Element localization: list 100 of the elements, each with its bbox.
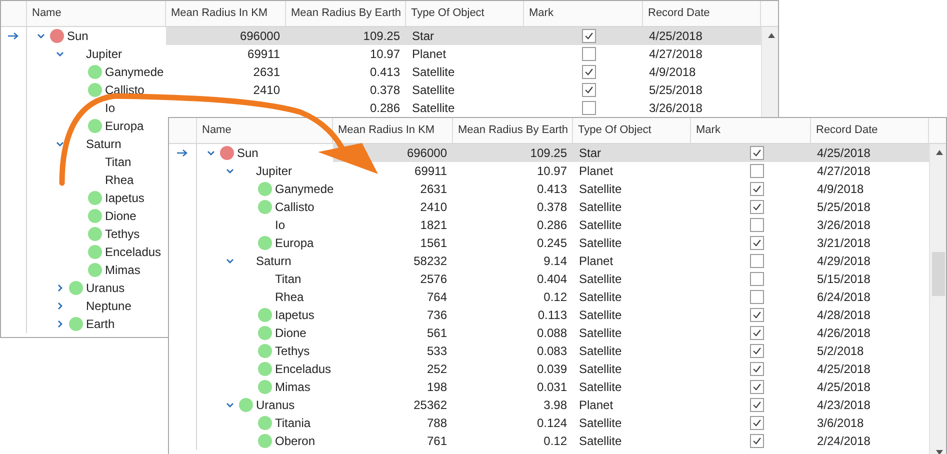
scroll-up-icon[interactable]: [936, 150, 942, 155]
table-cell-text: 4/9/2018: [817, 181, 864, 198]
tree-row[interactable]: Callisto 2410 0.378 Satellite 5/25/2018: [1, 81, 761, 99]
tree-row[interactable]: Tethys 533 0.083 Satellite 5/2/2018: [169, 342, 929, 360]
checkbox[interactable]: [750, 308, 764, 322]
tree-row[interactable]: Uranus 25362 3.98 Planet 4/23/2018: [169, 396, 929, 414]
scrollbar[interactable]: [761, 27, 778, 117]
checkbox[interactable]: [582, 65, 596, 79]
table-cell-text: 3/6/2018: [817, 415, 864, 432]
tree-row[interactable]: Jupiter 69911 10.97 Planet 4/27/2018: [1, 45, 761, 63]
column-header[interactable]: Mean Radius In KM: [171, 1, 280, 26]
column-header[interactable]: Mean Radius In KM: [338, 118, 447, 143]
node-name: Ganymede: [275, 181, 334, 198]
tree-row[interactable]: Sun 696000 109.25 Star 4/25/2018: [169, 144, 929, 162]
scroll-thumb[interactable]: [932, 252, 945, 296]
chevron-down-icon[interactable]: [36, 32, 44, 40]
column-header[interactable]: Record Date: [816, 118, 923, 143]
node-name: Saturn: [86, 136, 122, 153]
tree-row[interactable]: Ganymede 2631 0.413 Satellite 4/9/2018: [169, 180, 929, 198]
chevron-right-icon[interactable]: [56, 302, 64, 310]
tree-row[interactable]: Dione 561 0.088 Satellite 4/26/2018: [169, 324, 929, 342]
column-header[interactable]: Type Of Object: [578, 118, 685, 143]
tree-row[interactable]: Enceladus 252 0.039 Satellite 4/25/2018: [169, 360, 929, 378]
table-cell-text: 9.14: [544, 253, 567, 270]
table-cell-text: Satellite: [412, 100, 455, 117]
chevron-down-icon[interactable]: [56, 50, 64, 58]
column-header[interactable]: Mean Radius By Earth: [458, 118, 567, 143]
tree-row[interactable]: Jupiter 69911 10.97 Planet 4/27/2018: [169, 162, 929, 180]
chevron-down-icon[interactable]: [226, 401, 234, 409]
table-cell-text: 0.12: [544, 433, 567, 450]
column-header[interactable]: Record Date: [648, 1, 755, 26]
checkbox[interactable]: [582, 29, 596, 43]
column-header[interactable]: Name: [202, 118, 327, 143]
checkbox[interactable]: [750, 380, 764, 394]
table-cell-text: 2/24/2018: [817, 433, 870, 450]
checkbox[interactable]: [750, 344, 764, 358]
table-cell-text: 252: [426, 361, 447, 378]
table-cell-text: 696000: [406, 145, 447, 162]
tree-row[interactable]: Oberon 761 0.12 Satellite 2/24/2018: [169, 432, 929, 450]
checkbox[interactable]: [750, 200, 764, 214]
chevron-down-icon[interactable]: [226, 167, 234, 175]
checkbox[interactable]: [750, 236, 764, 250]
checkbox[interactable]: [750, 326, 764, 340]
checkbox[interactable]: [750, 434, 764, 448]
column-header[interactable]: Mark: [529, 1, 637, 26]
table-cell-text: Satellite: [579, 199, 622, 216]
table-cell-text: 109.25: [363, 28, 400, 45]
node-name: Titan: [105, 154, 132, 171]
checkbox[interactable]: [750, 146, 764, 160]
node-name: Sun: [67, 28, 88, 45]
tree-row[interactable]: Iapetus 736 0.113 Satellite 4/28/2018: [169, 306, 929, 324]
node-name: Oberon: [275, 433, 316, 450]
scroll-up-icon[interactable]: [768, 33, 774, 38]
tree-row[interactable]: Rhea 764 0.12 Satellite 6/24/2018: [169, 288, 929, 306]
table-cell-text: 0.286: [536, 217, 567, 234]
checkbox[interactable]: [750, 182, 764, 196]
checkbox[interactable]: [582, 47, 596, 61]
node-name: Europa: [105, 118, 144, 135]
column-header[interactable]: Type Of Object: [411, 1, 518, 26]
table-cell-text: 764: [426, 289, 447, 306]
tree-row[interactable]: Titan 2576 0.404 Satellite 5/15/2018: [169, 270, 929, 288]
tree-row[interactable]: Io 0.286 Satellite 3/26/2018: [1, 99, 761, 117]
table-cell-text: 0.286: [370, 100, 400, 117]
node-name: Rhea: [275, 289, 304, 306]
chevron-down-icon[interactable]: [226, 257, 234, 265]
tree-row[interactable]: Saturn 58232 9.14 Planet 4/29/2018: [169, 252, 929, 270]
tree-row[interactable]: Mimas 198 0.031 Satellite 4/25/2018: [169, 378, 929, 396]
checkbox[interactable]: [750, 290, 764, 304]
tree-row[interactable]: Callisto 2410 0.378 Satellite 5/25/2018: [169, 198, 929, 216]
checkbox[interactable]: [750, 218, 764, 232]
tree-row[interactable]: Io 1821 0.286 Satellite 3/26/2018: [169, 216, 929, 234]
checkbox[interactable]: [582, 83, 596, 97]
table-cell-text: 533: [426, 343, 447, 360]
column-header[interactable]: Mark: [696, 118, 805, 143]
tree-row[interactable]: Europa 1561 0.245 Satellite 3/21/2018: [169, 234, 929, 252]
checkbox[interactable]: [750, 164, 764, 178]
column-header[interactable]: Mean Radius By Earth: [291, 1, 400, 26]
table-cell-text: Planet: [579, 253, 614, 270]
node-name: Iapetus: [275, 307, 314, 324]
table-cell-text: 5/25/2018: [817, 199, 870, 216]
column-header[interactable]: Name: [32, 1, 160, 26]
chevron-right-icon[interactable]: [56, 320, 64, 328]
checkbox[interactable]: [750, 254, 764, 268]
chevron-down-icon[interactable]: [56, 140, 64, 148]
table-cell-text: 0.031: [536, 379, 567, 396]
node-name: Iapetus: [105, 190, 144, 207]
tree-row[interactable]: Ganymede 2631 0.413 Satellite 4/9/2018: [1, 63, 761, 81]
tree-row[interactable]: Sun 696000 109.25 Star 4/25/2018: [1, 27, 761, 45]
chevron-down-icon[interactable]: [206, 149, 214, 157]
table-cell-text: Satellite: [579, 343, 622, 360]
checkbox[interactable]: [750, 416, 764, 430]
tree-row[interactable]: Titania 788 0.124 Satellite 3/6/2018: [169, 414, 929, 432]
chevron-right-icon[interactable]: [56, 284, 64, 292]
checkbox[interactable]: [750, 272, 764, 286]
checkbox[interactable]: [750, 362, 764, 376]
scrollbar[interactable]: [929, 144, 946, 454]
scroll-down-icon[interactable]: [936, 450, 942, 454]
checkbox[interactable]: [582, 101, 596, 115]
checkbox[interactable]: [750, 398, 764, 412]
table-cell-text: 69911: [414, 163, 447, 180]
